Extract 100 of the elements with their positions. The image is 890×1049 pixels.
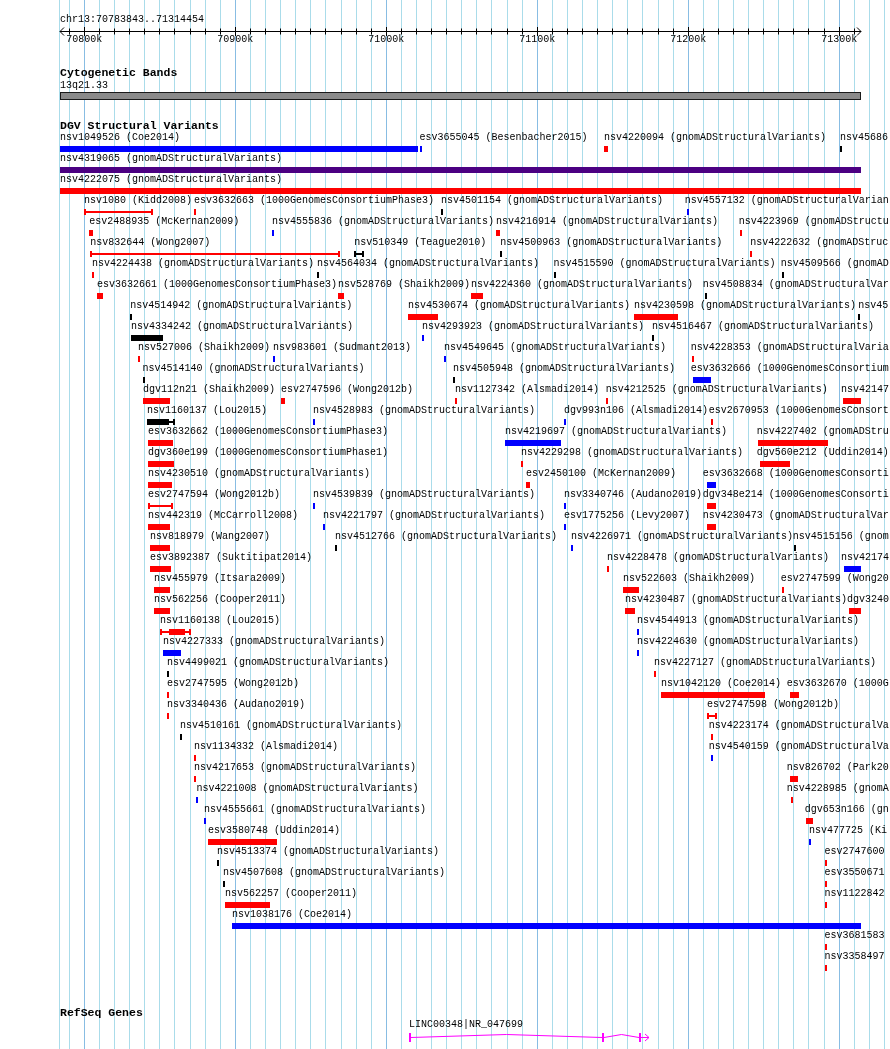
- variant-label: esv1775256 (Levy2007): [564, 510, 691, 522]
- variant-label: esv2450100 (McKernan2009): [526, 468, 677, 480]
- track-title: Cytogenetic Bands: [60, 67, 178, 79]
- variant-label: esv3632666 (1000GenomesConsortium: [690, 363, 889, 375]
- variant-label: esv3892387 (Suktitipat2014): [150, 552, 313, 564]
- variant-label: nsv826702 (Park20: [786, 762, 889, 774]
- variant-label: nsv4334242 (gnomADStructuralVariants): [131, 321, 354, 333]
- variant-label: nsv1038176 (Coe2014): [232, 909, 353, 921]
- variant-label: nsv4293923 (gnomADStructuralVariants): [422, 321, 645, 333]
- variant-label: nsv4219697 (gnomADStructuralVariants): [505, 426, 728, 438]
- variant-label: dgv112n21 (Shaikh2009): [143, 384, 276, 396]
- variant-label: nsv4223969 (gnomADStructu: [738, 216, 889, 228]
- variant-label: nsv4227333 (gnomADStructuralVariants): [163, 636, 386, 648]
- variant-label: nsv4221797 (gnomADStructuralVariants): [323, 510, 546, 522]
- variant-label: nsv562256 (Cooper2011): [154, 594, 287, 606]
- variant-label: nsv4221008 (gnomADStructuralVariants): [196, 783, 419, 795]
- variant-label: nsv4217653 (gnomADStructuralVariants): [194, 762, 417, 774]
- band-label: 13q21.33: [60, 80, 108, 92]
- variant-label: esv2747600: [824, 846, 885, 858]
- variant-label: nsv527006 (Shaikh2009): [138, 342, 271, 354]
- variant-label: nsv45686: [840, 132, 888, 144]
- variant-label: nsv442319 (McCarroll2008): [148, 510, 299, 522]
- ruler-tick-label: 71000k: [368, 34, 405, 46]
- variant-label: nsv3340746 (Audano2019): [564, 489, 703, 501]
- ruler-tick-label: 70900k: [217, 34, 254, 46]
- variant-label: nsv4226971 (gnomADStructuralVariants): [571, 531, 794, 543]
- variant-label: nsv4224438 (gnomADStructuralVariants): [92, 258, 315, 270]
- variant-label: dgv993n106 (Alsmadi2014): [564, 405, 709, 417]
- variant-label: nsv4507608 (gnomADStructuralVariants): [223, 867, 446, 879]
- variant-label: nsv562257 (Cooper2011): [225, 888, 358, 900]
- track-title: RefSeq Genes: [60, 1007, 143, 1019]
- variant-label: dgv653n166 (gn: [804, 804, 889, 816]
- variant-label: nsv4220094 (gnomADStructuralVariants): [604, 132, 827, 144]
- variant-label: nsv4228985 (gnomA: [786, 783, 889, 795]
- variant-label: nsv455979 (Itsara2009): [154, 573, 287, 585]
- variant-label: nsv4549645 (gnomADStructuralVariants): [444, 342, 667, 354]
- variant-label: esv3632670 (1000G: [786, 678, 889, 690]
- variant-label: nsv42174: [840, 552, 889, 564]
- variant-label: nsv4509566 (gnomAD: [780, 258, 889, 270]
- variant-label: nsv4528983 (gnomADStructuralVariants): [313, 405, 536, 417]
- variant-label: nsv45: [858, 300, 889, 312]
- variant-label: nsv832644 (Wong2007): [90, 237, 211, 249]
- variant-label: nsv4499021 (gnomADStructuralVariants): [167, 657, 390, 669]
- variant-label: nsv522603 (Shaikh2009): [623, 573, 756, 585]
- variant-label: esv2747599 (Wong20: [780, 573, 889, 585]
- variant-label: esv3632662 (1000GenomesConsortiumPhase3): [148, 426, 389, 438]
- variant-label: nsv4564034 (gnomADStructuralVariants): [317, 258, 540, 270]
- variant-label: esv3632661 (1000GenomesConsortiumPhase3): [97, 279, 338, 291]
- variant-label: nsv3358497: [824, 951, 885, 963]
- variant-label: nsv510349 (Teague2010): [354, 237, 487, 249]
- variant-label: esv3550671: [824, 867, 885, 879]
- variant-label: esv2747594 (Wong2012b): [148, 489, 281, 501]
- variant-label: nsv4230510 (gnomADStructuralVariants): [148, 468, 371, 480]
- variant-label: nsv1080 (Kidd2008): [84, 195, 193, 207]
- variant-label: dgv360e199 (1000GenomesConsortiumPhase1): [148, 447, 389, 459]
- variant-label: nsv4230598 (gnomADStructuralVariants): [634, 300, 857, 312]
- variant-label: nsv4515156 (gnom: [792, 531, 889, 543]
- variant-label: nsv477725 (Ki: [809, 825, 887, 837]
- variant-label: nsv4557132 (gnomADStructuralVarian: [684, 195, 889, 207]
- variant-label: nsv4227402 (gnomADStru: [756, 426, 889, 438]
- variant-label: nsv4510161 (gnomADStructuralVariants): [180, 720, 403, 732]
- variant-label: esv2488935 (McKernan2009): [89, 216, 240, 228]
- variant-label: esv2747598 (Wong2012b): [707, 699, 840, 711]
- variant-label: nsv4224630 (gnomADStructuralVariants): [637, 636, 860, 648]
- variant-label: nsv4224360 (gnomADStructuralVariants): [471, 279, 694, 291]
- variant-label: nsv4229298 (gnomADStructuralVariants): [521, 447, 744, 459]
- variant-label: nsv4222632 (gnomADStruc: [750, 237, 889, 249]
- variant-label: nsv4500963 (gnomADStructuralVariants): [500, 237, 723, 249]
- variant-label: nsv1122842: [824, 888, 885, 900]
- ruler-tick-label: 71100k: [519, 34, 556, 46]
- variant-label: nsv1160138 (Lou2015): [160, 615, 281, 627]
- variant-label: nsv4230487 (gnomADStructuralVariants): [625, 594, 848, 606]
- variant-label: nsv4530674 (gnomADStructuralVariants): [408, 300, 631, 312]
- variant-label: dgv560e212 (Uddin2014): [756, 447, 889, 459]
- variant-label: nsv4540159 (gnomADStructuralVa: [708, 741, 889, 753]
- variant-label: dgv348e214 (1000GenomesConsorti: [702, 489, 889, 501]
- ruler-tick-label: 71200k: [670, 34, 707, 46]
- variant-label: nsv4212525 (gnomADStructuralVariants): [605, 384, 828, 396]
- variant-label: nsv1042120 (Coe2014): [661, 678, 782, 690]
- gene-label: LINC00348|NR_047699: [409, 1019, 524, 1031]
- variant-label: nsv1049526 (Coe2014): [60, 132, 181, 144]
- variant-label: nsv983601 (Sudmant2013): [273, 342, 412, 354]
- variant-label: nsv1160137 (Lou2015): [147, 405, 268, 417]
- variant-label: nsv4516467 (gnomADStructuralVariants): [652, 321, 875, 333]
- variant-label: nsv4230473 (gnomADStructuralVar: [702, 510, 889, 522]
- variant-label: nsv4223174 (gnomADStructuralVa: [708, 720, 889, 732]
- variant-label: dgv3240: [846, 594, 889, 606]
- variant-label: nsv4514140 (gnomADStructuralVariants): [142, 363, 365, 375]
- variant-label: nsv4216914 (gnomADStructuralVariants): [496, 216, 719, 228]
- variant-label: nsv4228353 (gnomADStructuralVaria: [690, 342, 889, 354]
- variant-label: esv3681583: [824, 930, 885, 942]
- variant-label: nsv4514942 (gnomADStructuralVariants): [130, 300, 353, 312]
- variant-label: nsv1134332 (Alsmadi2014): [194, 741, 339, 753]
- variant-label: nsv818979 (Wang2007): [150, 531, 271, 543]
- ruler-tick-label: 70800k: [66, 34, 103, 46]
- variant-label: esv3632663 (1000GenomesConsortiumPhase3): [194, 195, 435, 207]
- location-label: chr13:70783843..71314454: [60, 14, 205, 26]
- variant-label: nsv1127342 (Alsmadi2014): [455, 384, 600, 396]
- variant-label: nsv4512766 (gnomADStructuralVariants): [335, 531, 558, 543]
- variant-label: nsv4515590 (gnomADStructuralVariants): [553, 258, 776, 270]
